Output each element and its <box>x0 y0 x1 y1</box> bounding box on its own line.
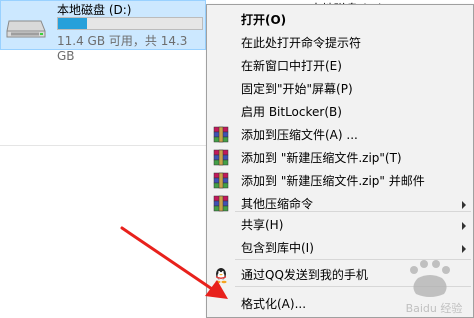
menu-item-pin-to-start[interactable]: 固定到"开始"屏幕(P) <box>207 78 473 100</box>
menu-item-open-cmd-here[interactable]: 在此处打开命令提示符 <box>207 32 473 54</box>
menu-item-label: 添加到压缩文件(A) ... <box>241 128 358 142</box>
winrar-icon <box>213 126 229 143</box>
menu-item-label: 包含到库中(I) <box>241 241 314 255</box>
hard-drive-icon <box>6 20 46 38</box>
menu-item-label: 在此处打开命令提示符 <box>241 36 362 50</box>
menu-item-label: 打开(O) <box>241 13 287 27</box>
winrar-icon <box>213 149 229 166</box>
drive-usage-fill <box>58 18 87 29</box>
svg-text:Baidu 经验: Baidu 经验 <box>406 301 463 315</box>
menu-item-add-to-zip[interactable]: 添加到 "新建压缩文件.zip"(T) <box>207 147 473 169</box>
menu-item-open[interactable]: 打开(O) <box>207 9 473 31</box>
divider <box>0 145 206 146</box>
menu-item-open-new-window[interactable]: 在新窗口中打开(E) <box>207 55 473 77</box>
menu-item-label: 其他压缩命令 <box>241 197 314 211</box>
menu-item-add-to-zip-and-email[interactable]: 添加到 "新建压缩文件.zip" 并邮件 <box>207 170 473 192</box>
menu-item-share[interactable]: 共享(H) <box>207 214 473 236</box>
drive-free-space: 11.4 GB 可用，共 14.3 GB <box>57 34 188 63</box>
menu-item-add-to-archive[interactable]: 添加到压缩文件(A) ... <box>207 124 473 146</box>
menu-item-include-in-library[interactable]: 包含到库中(I) <box>207 237 473 259</box>
menu-item-label: 格式化(A)... <box>241 297 307 311</box>
menu-item-label: 添加到 "新建压缩文件.zip" 并邮件 <box>241 174 425 188</box>
menu-separator <box>235 211 471 212</box>
submenu-arrow-icon <box>462 245 466 253</box>
menu-item-label: 添加到 "新建压缩文件.zip"(T) <box>241 151 402 165</box>
submenu-arrow-icon <box>462 201 466 209</box>
menu-item-label: 通过QQ发送到我的手机 <box>241 268 368 282</box>
menu-item-label: 共享(H) <box>241 218 284 232</box>
menu-item-label: 在新窗口中打开(E) <box>241 59 342 73</box>
qq-penguin-icon <box>215 268 227 284</box>
drive-usage-bar <box>57 17 203 30</box>
drive-d-tile[interactable]: 本地磁盘 (D:) 11.4 GB 可用，共 14.3 GB <box>0 0 206 63</box>
menu-item-label: 启用 BitLocker(B) <box>241 105 342 119</box>
winrar-icon <box>213 195 229 212</box>
submenu-arrow-icon <box>462 222 466 230</box>
drive-name: 本地磁盘 (D:) <box>57 3 132 17</box>
menu-item-label: 固定到"开始"屏幕(P) <box>241 82 353 96</box>
baidu-jingyan-watermark-logo: Baidu 经验 <box>406 260 463 315</box>
winrar-icon <box>213 172 229 189</box>
menu-item-bitlocker[interactable]: 启用 BitLocker(B) <box>207 101 473 123</box>
